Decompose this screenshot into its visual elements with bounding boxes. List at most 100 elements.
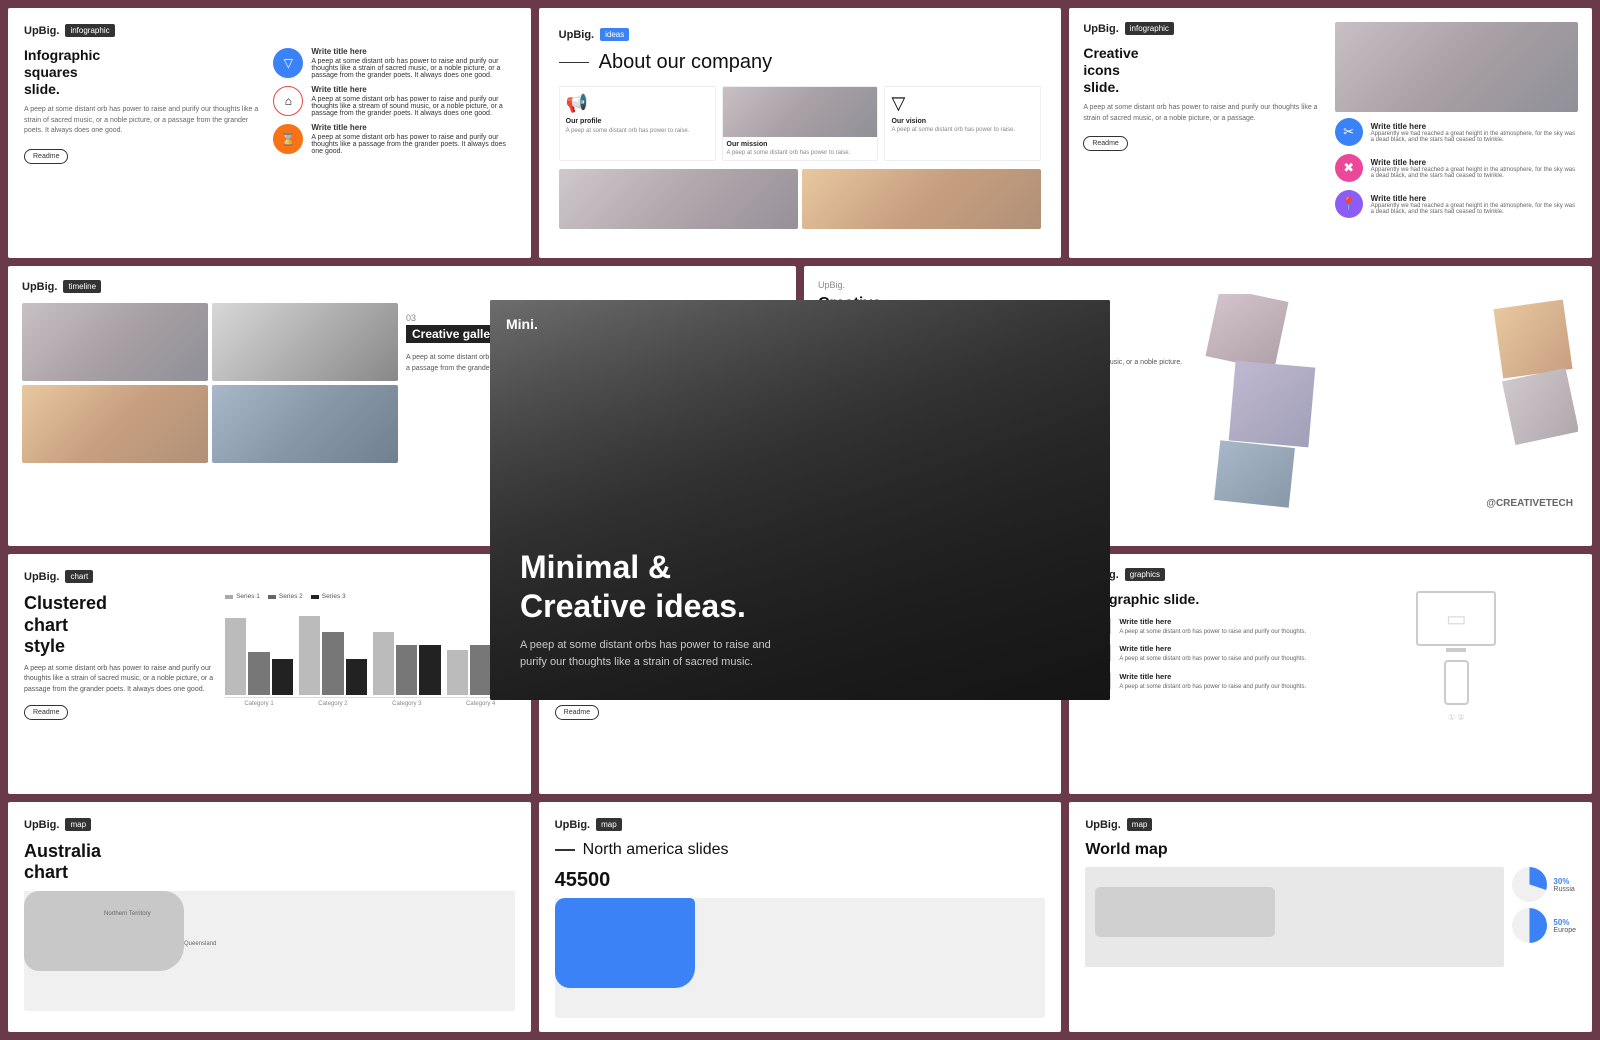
pie2-pct: 50% <box>1553 918 1576 927</box>
stacked-val2: 3 <box>922 624 925 630</box>
slide10-map <box>555 898 1046 1018</box>
slide6-bars <box>225 608 515 698</box>
slide8-tag: graphics <box>1125 568 1165 581</box>
slide1-brand: UpBig. <box>24 25 59 37</box>
slide9-map: Northern Territory Queensland <box>24 891 515 1011</box>
slide5-content: Creativeimagesslide. A peep at some dist… <box>818 294 1578 514</box>
slide-clustered-chart: UpBig. chart Clusteredchartstyle A peep … <box>8 554 531 794</box>
seg2-3 <box>864 622 914 632</box>
slide7-content: Stackedbarstyle A peep at some distant o… <box>555 593 1046 720</box>
slide3-left: UpBig. infographic Creativeiconsslide. A… <box>1083 22 1326 244</box>
slide5-diamond-collage: @CREATIVETECH <box>1202 294 1578 514</box>
slide1-btn[interactable]: Readme <box>24 149 68 164</box>
cat3: Category 3 <box>373 701 441 707</box>
slide8-item2-title: Write title here <box>1119 644 1306 653</box>
slide8-dots: ① ② <box>1448 713 1465 722</box>
slide7-chart-area: Series 1 Series 2 Series 3 <box>756 593 1046 720</box>
slide4-header: UpBig. timeline <box>22 280 782 293</box>
slide8-item3-text: A peep at some distant orb has power to … <box>1119 683 1306 691</box>
legend3-dot <box>311 595 319 599</box>
slide7-legend: Series 1 Series 2 Series 3 <box>756 593 1046 600</box>
pie2-label: Europe <box>1553 927 1576 934</box>
slide-about-company: UpBig. ideas About our company 📢 Our pro… <box>539 8 1062 258</box>
slide1-item1-title: Write title here <box>311 47 514 56</box>
about-card-profile: 📢 Our profile A peep at some distant orb… <box>559 86 716 161</box>
slide5-brand-area: UpBig. <box>818 280 1578 290</box>
slide9-brand: UpBig. <box>24 819 59 831</box>
slide11-tag: map <box>1127 818 1153 831</box>
slides-grid: UpBig. infographic Infographicsquaressli… <box>0 0 1600 1040</box>
na-landmass <box>555 898 695 988</box>
gallery-plus1: + <box>194 307 202 323</box>
slide2-cards-row: 📢 Our profile A peep at some distant orb… <box>559 86 1042 161</box>
slide6-chart-area: Series 1 Series 2 Series 3 <box>225 593 515 720</box>
s7-legend3-label: Series 3 <box>852 593 876 600</box>
card2-photo <box>723 87 878 137</box>
legend2: Series 2 <box>268 593 303 600</box>
slide3-item3-text: Apparently we had reached a great height… <box>1371 203 1578 215</box>
card2-text: A peep at some distant orb has power to … <box>727 150 874 156</box>
slide2-photo2 <box>802 169 1041 229</box>
seg3-1 <box>780 636 820 646</box>
slide7-left: Stackedbarstyle A peep at some distant o… <box>555 593 748 720</box>
stacked-val1: 5 <box>962 610 965 616</box>
slide9-title: Australiachart <box>24 841 515 883</box>
slide1-body: A peep at some distant orb has power to … <box>24 105 265 137</box>
pie2 <box>1512 908 1547 943</box>
slide1-header: UpBig. infographic <box>24 24 515 37</box>
aus-label2: Queensland <box>184 941 216 947</box>
slide1-item3: ⌛ Write title here A peep at some distan… <box>273 123 514 155</box>
slide3-item1: ✂ Write title here Apparently we had rea… <box>1335 118 1578 146</box>
slide8-content: Infographic slide. ⊞ Write title here A … <box>1083 591 1578 722</box>
stacked-val4: 2 <box>917 652 920 658</box>
s7-legend3-dot <box>841 595 849 599</box>
slide8-header: UpBig. graphics <box>1083 568 1578 581</box>
slide3-item2-title: Write title here <box>1371 158 1578 167</box>
s7-legend3: Series 3 <box>841 593 876 600</box>
s7-legend2-label: Series 2 <box>810 593 834 600</box>
slide2-tag: ideas <box>600 28 629 41</box>
card1-icon: 📢 <box>566 93 709 114</box>
monitor-stand <box>1446 648 1466 652</box>
slide3-brand: UpBig. <box>1083 23 1118 35</box>
slide1-tag: infographic <box>65 24 114 37</box>
row-1: UpBig. infographic Infographicsquaressli… <box>8 8 1592 258</box>
slide6-btn[interactable]: Readme <box>24 705 68 720</box>
card1-title: Our profile <box>566 118 709 125</box>
slide-infographic-squares: UpBig. infographic Infographicsquaressli… <box>8 8 531 258</box>
seg2-1 <box>780 622 830 632</box>
pie1-label: Russia <box>1553 886 1574 893</box>
pie1 <box>1512 867 1547 902</box>
slide1-icon2: ⌂ <box>273 86 303 116</box>
stacked-val3: 2 <box>927 638 930 644</box>
slide7-title: Stackedbarstyle <box>555 593 748 658</box>
row-4: UpBig. map Australiachart Northern Terri… <box>8 802 1592 1032</box>
slide10-title: North america slides <box>583 841 729 859</box>
slide11-header: UpBig. map <box>1085 818 1576 831</box>
slide8-items: ⊞ Write title here A peep at some distan… <box>1083 617 1326 691</box>
bar4-1 <box>447 650 468 695</box>
seg4-2 <box>837 650 872 660</box>
slide-creative-icons: UpBig. infographic Creativeiconsslide. A… <box>1069 8 1592 258</box>
slide8-title: Infographic slide. <box>1083 591 1326 607</box>
slide3-btn[interactable]: Readme <box>1083 136 1127 151</box>
stacked-label2: 3.5 <box>756 624 776 631</box>
slide7-btn[interactable]: Readme <box>555 705 599 720</box>
seg4-3 <box>874 650 909 660</box>
slide10-title-row: North america slides <box>555 841 1046 859</box>
card3-icon: ▽ <box>891 93 1034 114</box>
slide1-item2: ⌂ Write title here A peep at some distan… <box>273 85 514 117</box>
bar1-3 <box>272 659 293 695</box>
cat1: Category 1 <box>225 701 293 707</box>
pie1-pct: 30% <box>1553 877 1574 886</box>
slide3-tag: infographic <box>1125 22 1174 35</box>
slide9-tag: map <box>65 818 91 831</box>
seg1-2 <box>842 608 882 618</box>
slide8-devices: ▭ ① ② <box>1335 591 1578 722</box>
slide8-item2-text: A peep at some distant orb has power to … <box>1119 655 1306 663</box>
bar1-2 <box>248 652 269 695</box>
slide3-photo <box>1335 22 1578 112</box>
slide8-item1: ⊞ Write title here A peep at some distan… <box>1083 617 1326 636</box>
slide10-tag: map <box>596 818 622 831</box>
stacked-row4: 4.3 2 <box>756 650 1046 660</box>
